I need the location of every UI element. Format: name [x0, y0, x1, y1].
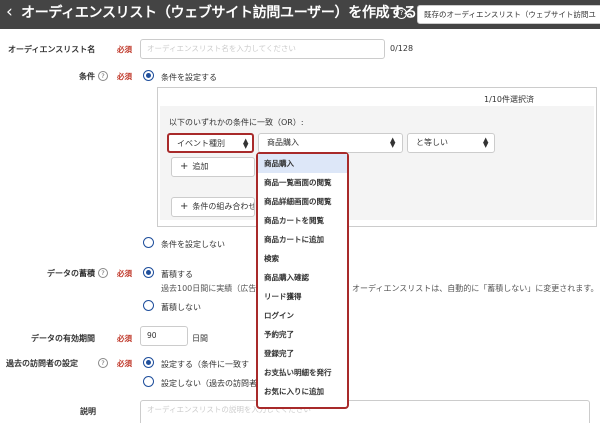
past-visitors-label: 過去の訪問者の設定	[6, 359, 78, 368]
accumulate-help-icon[interactable]: ?	[98, 268, 108, 278]
description-input[interactable]: オーディエンスリストの説明を入力してください	[140, 400, 590, 423]
name-char-counter: 0/128	[390, 44, 414, 53]
selected-count: 1/10件選択済	[484, 95, 534, 104]
required-badge: 必須	[117, 334, 132, 343]
conditions-label: 条件	[79, 72, 95, 81]
dropdown-option[interactable]: 商品購入	[258, 154, 347, 173]
conditions-none-label: 条件を設定しない	[161, 240, 225, 249]
past-visitors-help-icon[interactable]: ?	[98, 358, 108, 368]
dropdown-option[interactable]: お支払い明細を発行	[258, 363, 347, 382]
conditions-set-radio[interactable]	[143, 70, 154, 81]
required-badge: 必須	[117, 359, 132, 368]
accumulate-no-label: 蓄積しない	[161, 303, 201, 312]
existing-audience-select[interactable]: 既存のオーディエンスリスト（ウェブサイト訪問ユ	[417, 5, 600, 24]
match-any-text: 以下のいずれかの条件に一致（OR）:	[169, 118, 304, 127]
page-title: オーディエンスリスト（ウェブサイト訪問ユーザー）を作成する	[21, 5, 417, 21]
operator-select[interactable]: と等しい ▲ ▼	[407, 133, 495, 153]
event-type-select-value: イベント種別	[177, 139, 225, 148]
help-icon[interactable]: ?	[396, 8, 407, 19]
required-badge: 必須	[117, 72, 132, 81]
dropdown-option[interactable]: 商品詳細画面の閲覧	[258, 192, 347, 211]
dropdown-option[interactable]: 商品カートに追加	[258, 230, 347, 249]
validity-days-input[interactable]: 90	[140, 326, 188, 346]
dropdown-option[interactable]: 商品一覧画面の閲覧	[258, 173, 347, 192]
plus-icon: +	[180, 161, 189, 172]
chevron-updown-icon: ▲ ▼	[483, 136, 489, 149]
accumulate-note: 過去100日間に実績（広告	[161, 284, 257, 293]
chevron-updown-icon: ▲ ▼	[390, 136, 396, 149]
add-condition-button[interactable]: + 追加	[171, 157, 255, 177]
required-badge: 必須	[117, 45, 132, 54]
event-type-dropdown: 商品購入 商品一覧画面の閲覧 商品詳細画面の閲覧 商品カートを閲覧 商品カートに…	[256, 152, 349, 409]
dropdown-option[interactable]: ログイン	[258, 306, 347, 325]
accumulate-no-radio[interactable]	[143, 300, 154, 311]
dropdown-option[interactable]: 商品カートを閲覧	[258, 211, 347, 230]
accumulate-note-tail: オーディエンスリストは、自動的に「蓄積しない」に変更されます。	[352, 284, 599, 293]
past-visitors-no-radio[interactable]	[143, 376, 154, 387]
past-visitors-no-label: 設定しない（過去の訪問者	[161, 379, 257, 388]
plus-icon: +	[180, 201, 189, 212]
past-visitors-yes-radio[interactable]	[143, 357, 154, 368]
conditions-help-icon[interactable]: ?	[98, 71, 108, 81]
required-badge: 必須	[117, 269, 132, 278]
chevron-left-icon[interactable]: ‹	[6, 4, 13, 21]
event-type-select[interactable]: イベント種別 ▲ ▼	[167, 133, 254, 153]
description-label: 説明	[80, 407, 96, 416]
event-value-select[interactable]: 商品購入 ▲ ▼	[258, 133, 403, 153]
operator-select-value: と等しい	[416, 138, 448, 147]
validity-label: データの有効期間	[31, 334, 95, 343]
audience-name-label: オーディエンスリスト名	[8, 45, 96, 54]
accumulate-yes-label: 蓄積する	[161, 270, 193, 279]
past-visitors-yes-label: 設定する（条件に一致す	[161, 360, 249, 369]
dropdown-option[interactable]: 商品購入確認	[258, 268, 347, 287]
dropdown-option[interactable]: 予約完了	[258, 325, 347, 344]
chevron-updown-icon: ▲ ▼	[243, 137, 249, 150]
conditions-none-radio[interactable]	[143, 237, 154, 248]
validity-unit: 日間	[192, 334, 208, 343]
conditions-set-label: 条件を設定する	[161, 73, 217, 82]
dropdown-option[interactable]: リード獲得	[258, 287, 347, 306]
accumulate-label: データの蓄積	[47, 269, 95, 278]
dropdown-option[interactable]: お気に入りに追加	[258, 382, 347, 401]
accumulate-yes-radio[interactable]	[143, 267, 154, 278]
dropdown-option[interactable]: 登録完了	[258, 344, 347, 363]
page-header: ‹ オーディエンスリスト（ウェブサイト訪問ユーザー）を作成する ? 既存のオーデ…	[0, 0, 600, 29]
audience-name-input[interactable]: オーディエンスリスト名を入力してください	[140, 39, 385, 59]
dropdown-option[interactable]: 検索	[258, 249, 347, 268]
add-condition-group-button[interactable]: +条件の組み合わせを	[171, 197, 255, 217]
event-value-select-value: 商品購入	[267, 138, 299, 147]
